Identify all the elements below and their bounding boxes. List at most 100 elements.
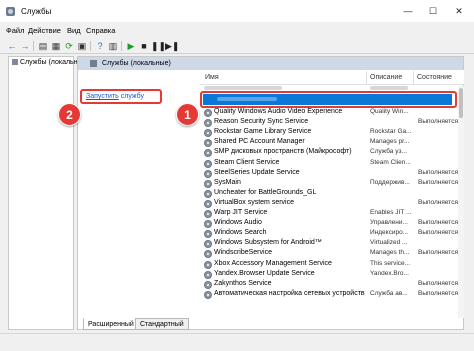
service-gear-icon	[204, 270, 212, 279]
service-gear-icon	[204, 220, 212, 229]
service-name: Steam Client Service	[214, 158, 280, 166]
export-icon[interactable]: ▣	[76, 40, 88, 52]
column-description[interactable]: Описание	[370, 74, 402, 81]
service-row[interactable]: Автоматическая настройка сетевых устройс…	[204, 290, 462, 300]
menu-bar: Файл Действие Вид Справка	[0, 24, 474, 38]
service-state: Выполняется	[418, 219, 458, 227]
toolbar: ← → ▤ ▦ ⟳ ▣ ? ▥ ▶ ■ ❚❚ ▶❚	[0, 39, 474, 54]
callout-badge-2: 2	[58, 103, 81, 126]
service-name: Rockstar Game Library Service	[214, 128, 312, 136]
forward-arrow-icon[interactable]: →	[19, 40, 31, 52]
tree-item-label: Службы (локальны	[20, 59, 83, 66]
service-row[interactable]: Windows Subsystem for Android™ Virtualize…	[204, 239, 462, 249]
service-gear-icon	[204, 139, 212, 148]
service-row[interactable]: SteelSeries Update Service Выполняется	[204, 169, 462, 179]
service-name: Shared PC Account Manager	[214, 138, 305, 146]
service-row[interactable]: Windows Search Индексиро... Выполняется	[204, 229, 462, 239]
column-state[interactable]: Состояние	[417, 74, 452, 81]
service-gear-icon	[204, 179, 212, 188]
service-name: Автоматическая настройка сетевых устройс…	[214, 289, 365, 297]
minimize-button[interactable]: —	[396, 0, 420, 22]
refresh-icon[interactable]: ⟳	[63, 40, 75, 52]
window-title: Службы	[21, 7, 52, 16]
tab-standard[interactable]: Стандартный	[135, 318, 189, 330]
service-row[interactable]: Shared PC Account Manager Manages pr...	[204, 138, 462, 148]
service-name: Windows Search	[214, 229, 267, 237]
service-name: Windows Audio	[214, 219, 262, 227]
service-row[interactable]: WindscribeService Manages th... Выполняетс…	[204, 249, 462, 259]
scroll-thumb[interactable]	[459, 88, 463, 118]
menu-view[interactable]: Вид	[67, 26, 81, 35]
help-icon[interactable]: ?	[94, 40, 106, 52]
services-app-icon	[6, 7, 15, 16]
view-icon[interactable]: ▥	[107, 40, 119, 52]
start-icon[interactable]: ▶	[125, 40, 137, 52]
service-description: Manages pr...	[370, 138, 410, 146]
service-gear-icon	[204, 149, 212, 158]
callout-badge-1: 1	[176, 103, 199, 126]
service-gear-icon	[204, 189, 212, 198]
menu-file[interactable]: Файл	[6, 26, 24, 35]
tab-extended[interactable]: Расширенный	[83, 318, 139, 330]
maximize-button[interactable]: ☐	[421, 0, 445, 22]
close-button[interactable]: ✕	[447, 0, 471, 22]
highlight-box-service	[200, 91, 457, 108]
service-gear-icon	[204, 210, 212, 218]
service-row[interactable]: Zakynthos Service Выполняется	[204, 280, 462, 290]
service-description: Поддержив...	[370, 178, 410, 186]
service-gear-icon	[204, 119, 212, 128]
title-bar: Службы — ☐ ✕	[0, 0, 474, 22]
service-description: Steam Clien...	[370, 158, 411, 166]
service-row[interactable]: VirtualBox system service Выполняется	[204, 199, 462, 209]
service-name: Uncheater for BattleGrounds_GL	[214, 188, 317, 196]
highlight-box-start-link	[80, 89, 162, 104]
service-gear-icon	[204, 129, 212, 138]
service-name: WindscribeService	[214, 249, 272, 257]
column-name[interactable]: Имя	[205, 74, 219, 81]
back-arrow-icon[interactable]: ←	[6, 40, 18, 52]
toolbar-separator	[90, 41, 91, 51]
service-name: Warp JIT Service	[214, 209, 268, 216]
service-state: Выполняется	[418, 198, 458, 206]
service-gear-icon	[204, 109, 212, 117]
service-row[interactable]: Uncheater for BattleGrounds_GL	[204, 189, 462, 199]
services-window: Службы — ☐ ✕ Файл Действие Вид Справка ←…	[0, 0, 474, 351]
service-row[interactable]: Steam Client Service Steam Clien...	[204, 159, 462, 169]
service-description: Quality Win...	[370, 108, 409, 115]
service-description: This service...	[370, 259, 411, 267]
restart-icon[interactable]: ▶❚	[165, 40, 179, 52]
service-row[interactable]: Rockstar Game Library Service Rockstar Ga…	[204, 128, 462, 138]
service-row[interactable]: Warp JIT Service Enables JIT ...	[204, 209, 462, 219]
menu-help[interactable]: Справка	[86, 26, 115, 35]
pane-header-title: Службы (локальные)	[102, 60, 171, 67]
menu-action[interactable]: Действие	[28, 26, 61, 35]
service-row[interactable]: SysMain Поддержив... Выполняется	[204, 179, 462, 189]
scrollbar[interactable]	[458, 86, 464, 318]
service-row[interactable]: Xbox Accessory Management Service This se…	[204, 260, 462, 270]
service-row[interactable]: Quality Windows Audio Video Experience Qu…	[204, 108, 462, 118]
service-state: Выполняется	[418, 279, 458, 287]
service-state: Выполняется	[418, 289, 458, 297]
service-row[interactable]: Windows Audio Управлени... Выполняется	[204, 219, 462, 229]
pause-icon[interactable]: ❚❚	[151, 40, 166, 52]
service-row[interactable]: SMP дисковых пространств (Майкрософт) Слу…	[204, 148, 462, 158]
stop-icon[interactable]: ■	[138, 40, 150, 52]
service-name: Windows Subsystem for Android™	[214, 239, 322, 247]
tree-item-services-local[interactable]: Службы (локальны	[12, 59, 83, 66]
column-header: Имя Описание Состояние	[200, 70, 464, 85]
service-description: Служба уз...	[370, 148, 407, 156]
service-gear-icon	[204, 159, 212, 168]
service-gear-icon	[204, 169, 212, 178]
column-separator[interactable]	[366, 71, 367, 84]
service-row[interactable]: Reason Security Sync Service Выполняется	[204, 118, 462, 128]
properties-icon[interactable]: ▦	[50, 40, 62, 52]
service-state: Выполняется	[418, 118, 458, 126]
console-tree-icon[interactable]: ▤	[37, 40, 49, 52]
column-separator[interactable]	[413, 71, 414, 84]
service-name: Quality Windows Audio Video Experience	[214, 108, 343, 115]
service-row[interactable]: Yandex.Browser Update Service Yandex.Bro.…	[204, 270, 462, 280]
service-name: Reason Security Sync Service	[214, 118, 309, 126]
service-name: SMP дисковых пространств (Майкрософт)	[214, 148, 352, 156]
service-gear-icon	[204, 290, 212, 299]
service-state: Выполняется	[418, 168, 458, 176]
